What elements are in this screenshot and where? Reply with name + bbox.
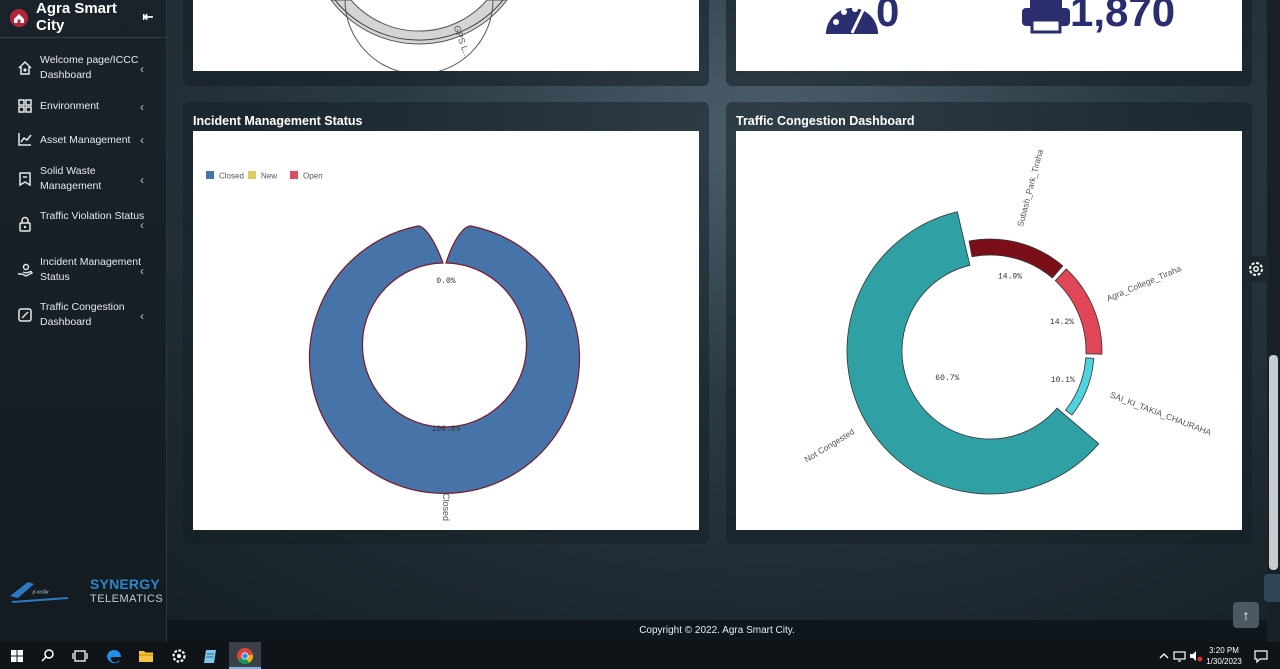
donut-slice-closed[interactable]: [308, 225, 581, 494]
chevron-left-icon: ‹: [140, 309, 144, 323]
app-title: Agra Smart City: [36, 0, 117, 34]
printer-icon: [1022, 0, 1070, 34]
settings-gear-button[interactable]: [1243, 256, 1269, 282]
incident-panel-title: Incident Management Status: [193, 114, 363, 128]
donut-slice-sai-ki-takia-chauraha[interactable]: [1065, 357, 1095, 416]
taskbar-clock[interactable]: 3:20 PM 1/30/2023: [1204, 645, 1244, 667]
clock-date: 1/30/2023: [1206, 657, 1242, 666]
legend-label-new: New: [261, 172, 277, 181]
sidebar-item-label: Welcome page/ICCC Dashboard: [40, 54, 139, 81]
chart-legend: Closed New Open: [206, 171, 323, 181]
chevron-left-icon: ‹: [140, 62, 144, 76]
file-explorer-icon[interactable]: [135, 645, 157, 667]
gear-icon: [1249, 262, 1263, 276]
scrollbar-thumb[interactable]: [1269, 355, 1278, 570]
side-widget-tab[interactable]: [1264, 574, 1280, 602]
grid-icon: [18, 99, 32, 113]
slice-name-label: Agra_College_Tiraha: [1105, 263, 1183, 303]
incident-donut-chart: Closed New Open 0.0% 100.0% Closed: [206, 171, 581, 521]
clock-time: 3:20 PM: [1209, 646, 1239, 655]
sidebar-item-traffic-violation[interactable]: Traffic Violation Status ‹: [0, 208, 167, 248]
card-gps-chart: GPS L...: [193, 0, 699, 75]
brand-header: Agra Smart City ⇤: [0, 0, 167, 38]
edge-icon[interactable]: [103, 645, 125, 667]
pen-square-icon: [18, 308, 32, 322]
scroll-to-top-button[interactable]: ↑: [1233, 602, 1259, 628]
legend-label-closed: Closed: [219, 172, 244, 181]
windows-taskbar: [0, 642, 1280, 669]
collapse-left-icon[interactable]: ⇤: [140, 9, 156, 25]
card-kpis: 0 1,870: [736, 0, 1242, 71]
donut-slice-agra-college-tiraha[interactable]: [1054, 268, 1103, 355]
gps-donut-chart: [330, 0, 508, 75]
settings-icon[interactable]: [168, 645, 190, 667]
chevron-left-icon: ‹: [140, 133, 144, 147]
speedometer-icon: [826, 6, 878, 34]
chevron-left-icon: ‹: [140, 264, 144, 278]
home-icon: [18, 60, 32, 75]
traffic-donut-chart: 14.9% Subash_Park_Tiraha 14.2% Agra_College…: [803, 148, 1213, 495]
search-icon[interactable]: [37, 645, 59, 667]
sidebar-item-welcome[interactable]: Welcome page/ICCC Dashboard ‹: [0, 52, 167, 92]
sidebar-item-label: Solid Waste Management: [40, 165, 102, 192]
slice-percent-label: 60.7%: [935, 374, 959, 383]
chevron-left-icon: ‹: [140, 173, 144, 187]
task-view-icon[interactable]: [69, 645, 91, 667]
slice-percent-label: 14.9%: [998, 273, 1022, 282]
incident-chart-card: Closed New Open 0.0% 100.0% Closed: [193, 131, 699, 530]
sidebar-item-label: Incident Management Status: [40, 256, 141, 283]
windows-start-icon[interactable]: [6, 645, 28, 667]
slice-name-label: SAI_KI_TAKIA_CHAURAHA: [1109, 390, 1213, 438]
kpi-value-right: 1,870: [1070, 0, 1176, 35]
notepad-icon[interactable]: [200, 645, 222, 667]
slice-name-label: Subash_Park_Tiraha: [1015, 148, 1045, 228]
legend-label-open: Open: [303, 172, 323, 181]
slice-name-closed: Closed: [441, 493, 451, 521]
notification-center-icon[interactable]: [1250, 645, 1272, 667]
sidebar: Agra Smart City ⇤ Welcome page/ICCC Dash…: [0, 0, 167, 642]
slice-label-closed: 100.0%: [432, 425, 461, 434]
traffic-panel-title: Traffic Congestion Dashboard: [736, 114, 915, 128]
sidebar-item-label: Environment: [40, 100, 99, 112]
sidebar-item-asset-management[interactable]: Asset Management ‹: [0, 128, 167, 168]
sidebar-item-label: Traffic Congestion Dashboard: [40, 301, 125, 328]
sidebar-item-traffic-congestion[interactable]: Traffic Congestion Dashboard ‹: [0, 299, 167, 339]
partner-name: SYNERGY: [90, 576, 160, 592]
slice-percent-label: 14.2%: [1050, 318, 1074, 327]
city-logo-icon: [10, 9, 28, 27]
lock-icon: [19, 216, 31, 232]
bookmark-icon: [19, 172, 31, 187]
traffic-chart-card: 14.9% Subash_Park_Tiraha 14.2% Agra_College…: [736, 131, 1242, 530]
sidebar-item-label: Traffic Violation Status: [40, 210, 145, 222]
legend-swatch-open: [290, 171, 298, 179]
sidebar-item-incident-management[interactable]: Incident Management Status ‹: [0, 254, 167, 294]
slice-percent-label: 10.1%: [1051, 376, 1075, 385]
line-chart-icon: [18, 133, 32, 146]
slice-label-new: 0.0%: [436, 277, 455, 286]
legend-swatch-new: [248, 171, 256, 179]
hand-care-icon: [18, 263, 33, 277]
chevron-left-icon: ‹: [140, 100, 144, 114]
legend-swatch-closed: [206, 171, 214, 179]
sidebar-item-label: Asset Management: [40, 134, 131, 146]
chrome-icon[interactable]: [234, 645, 256, 667]
svg-text:ई-गवर्नेंस: ई-गवर्नेंस: [32, 589, 49, 596]
slice-name-label: Not Congested: [803, 426, 857, 464]
partner-subtitle: TELEMATICS: [90, 593, 164, 605]
footer: Copyright © 2022. Agra Smart City.: [167, 620, 1267, 642]
chevron-left-icon: ‹: [140, 218, 144, 232]
kpi-value-left: 0: [876, 0, 900, 35]
sidebar-item-solid-waste[interactable]: Solid Waste Management ‹: [0, 163, 167, 203]
